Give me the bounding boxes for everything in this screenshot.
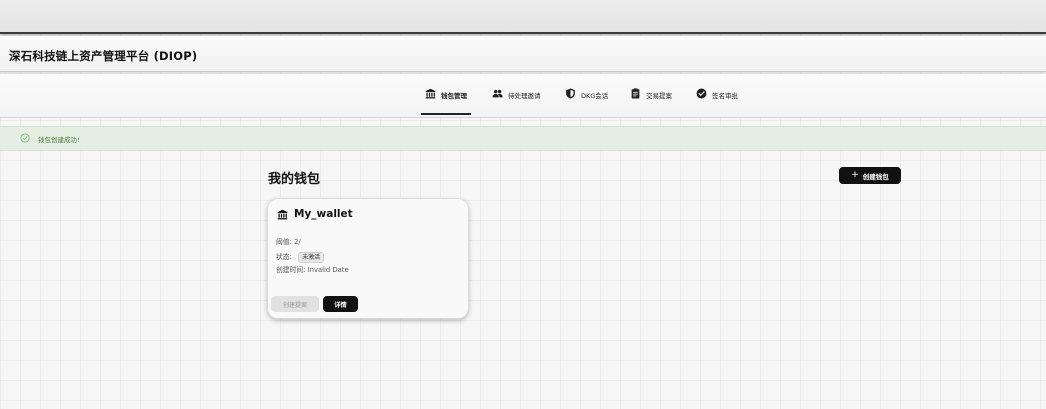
tab-wallet-management[interactable]: 钱包管理 <box>421 85 471 115</box>
check-circle-outline-icon <box>20 133 30 143</box>
create-wallet-label: 创建钱包 <box>862 172 889 181</box>
threshold-label: 阈值: <box>276 238 292 246</box>
tab-pending-invitations[interactable]: 待处理邀请 <box>492 85 541 115</box>
bank-icon <box>277 209 288 219</box>
check-circle-icon <box>696 88 707 99</box>
wallet-status: 状态: 未激活 <box>276 251 325 263</box>
tab-label: DKG会话 <box>581 92 609 100</box>
shield-icon <box>566 88 575 99</box>
wallet-name: My_wallet <box>294 208 353 220</box>
page-title: 我的钱包 <box>268 172 321 187</box>
tab-transaction-proposals[interactable]: 交易提案 <box>630 85 672 115</box>
browser-topbar <box>0 0 1046 34</box>
created-label: 创建时间: <box>276 266 306 274</box>
people-icon <box>492 89 503 98</box>
bank-icon <box>425 88 436 99</box>
tab-label: 钱包管理 <box>441 92 467 100</box>
success-alert <box>0 126 1046 151</box>
created-value: Invalid Date <box>307 266 349 274</box>
status-label: 状态: <box>276 253 292 261</box>
clipboard-icon <box>631 88 640 99</box>
tab-signature-approval[interactable]: 签名审批 <box>696 85 738 115</box>
app-title: 深石科技链上资产管理平台 (DIOP) <box>9 49 198 63</box>
threshold-value: 2/ <box>294 238 301 246</box>
status-badge: 未激活 <box>298 251 325 263</box>
tab-label: 待处理邀请 <box>508 92 541 100</box>
tab-dkg-sessions[interactable]: DKG会话 <box>565 85 608 115</box>
alert-message: 钱包创建成功! <box>38 136 80 144</box>
tab-label: 签名审批 <box>712 92 738 100</box>
wallet-card-title: My_wallet <box>277 208 353 220</box>
plus-icon: + <box>851 170 859 180</box>
tab-label: 交易提案 <box>646 92 672 100</box>
wallet-threshold: 阈值: 2/ <box>276 236 301 246</box>
create-wallet-button[interactable]: + 创建钱包 <box>839 167 901 184</box>
wallet-created-time: 创建时间: Invalid Date <box>276 264 349 274</box>
details-button[interactable]: 详情 <box>323 296 358 312</box>
active-tab-indicator <box>421 113 471 115</box>
create-proposal-button[interactable]: 创建提案 <box>271 296 319 312</box>
